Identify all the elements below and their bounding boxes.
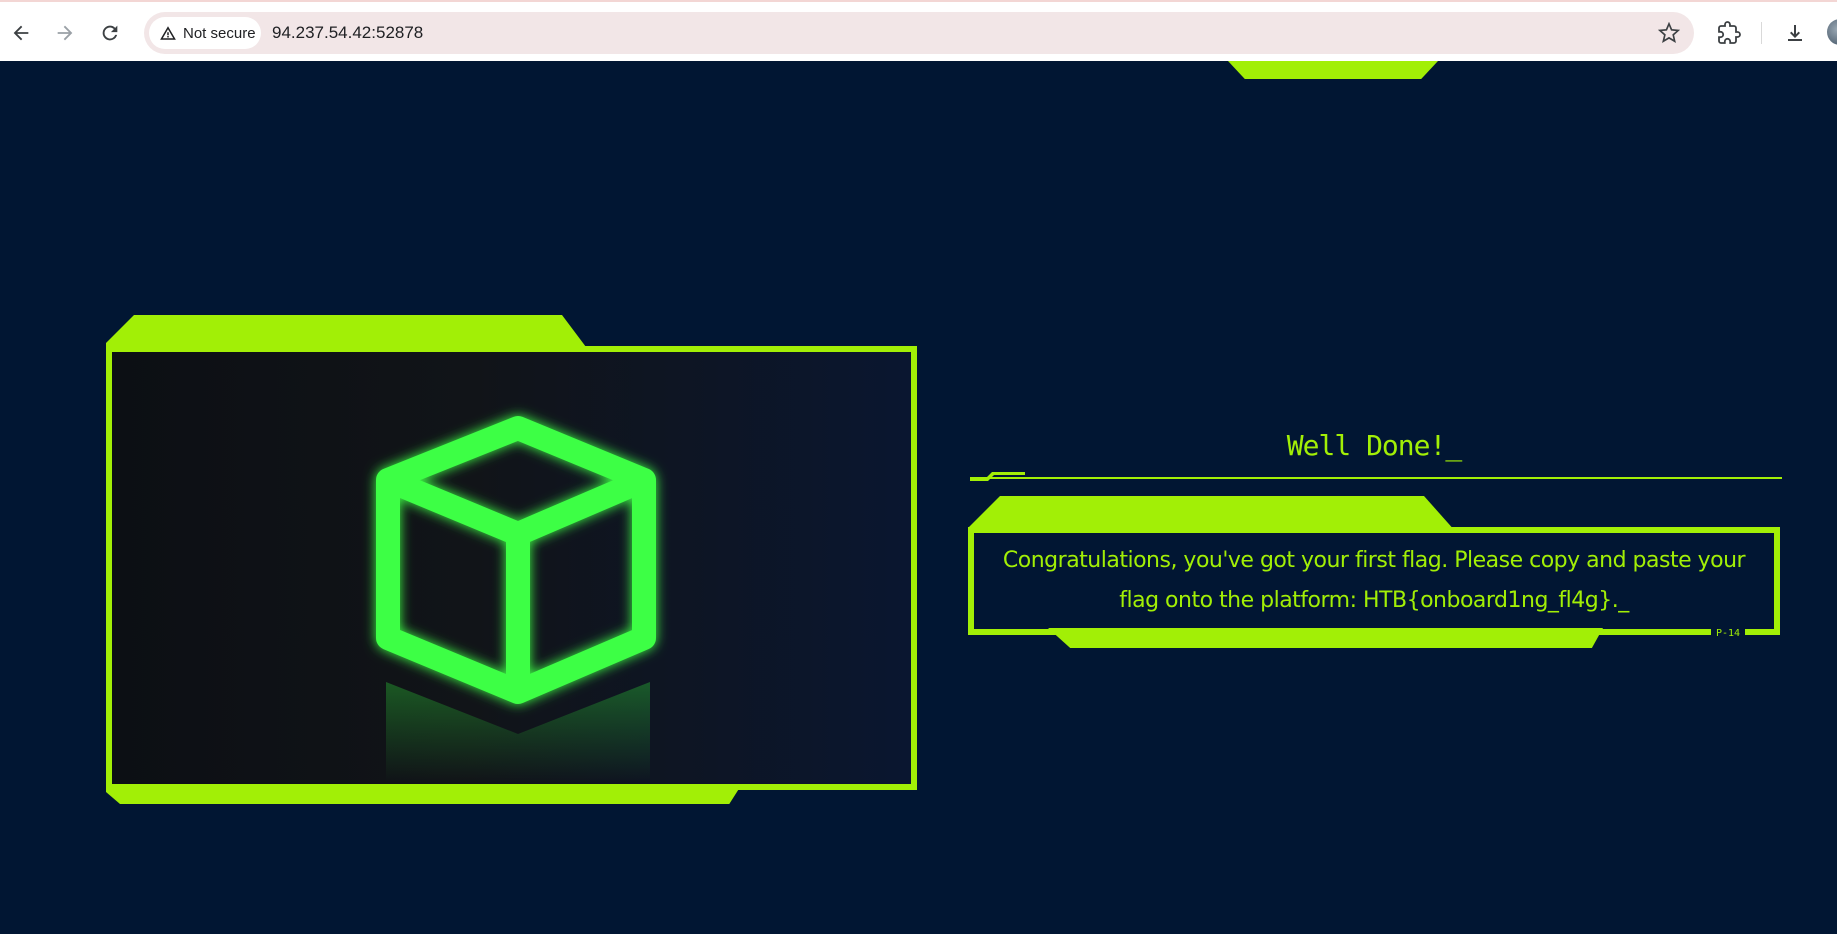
message-box-bottom — [1048, 628, 1603, 648]
address-bar[interactable]: Not secure 94.237.54.42:52878 — [144, 12, 1694, 54]
message-box: Congratulations, you've got your first f… — [968, 527, 1780, 635]
url-text[interactable]: 94.237.54.42:52878 — [272, 23, 423, 43]
forward-button[interactable] — [48, 16, 82, 50]
puzzle-icon[interactable] — [1717, 21, 1741, 45]
title-underline — [970, 477, 1782, 479]
page-title: Well Done!_ — [1286, 429, 1462, 462]
download-icon[interactable] — [1783, 21, 1807, 45]
browser-toolbar: Not secure 94.237.54.42:52878 — [0, 0, 1837, 61]
image-frame — [106, 346, 917, 790]
top-decoration — [1228, 61, 1438, 79]
reload-button[interactable] — [93, 16, 127, 50]
back-button[interactable] — [4, 16, 38, 50]
cube-image — [376, 416, 656, 782]
image-frame-bottom — [106, 784, 742, 804]
profile-avatar[interactable] — [1827, 19, 1837, 45]
page-content: Well Done!_ Congratulations, you've got … — [0, 61, 1837, 934]
security-chip[interactable]: Not secure — [149, 17, 261, 49]
toolbar-divider — [1761, 22, 1762, 44]
warning-icon — [160, 26, 176, 40]
panel-badge: P-14 — [1711, 627, 1745, 641]
forward-arrow-icon — [57, 25, 73, 41]
star-icon[interactable] — [1658, 22, 1680, 44]
back-arrow-icon — [13, 25, 29, 41]
reload-icon — [102, 25, 118, 41]
security-label: Not secure — [183, 24, 256, 42]
flag-message: Congratulations, you've got your first f… — [1002, 548, 1746, 613]
